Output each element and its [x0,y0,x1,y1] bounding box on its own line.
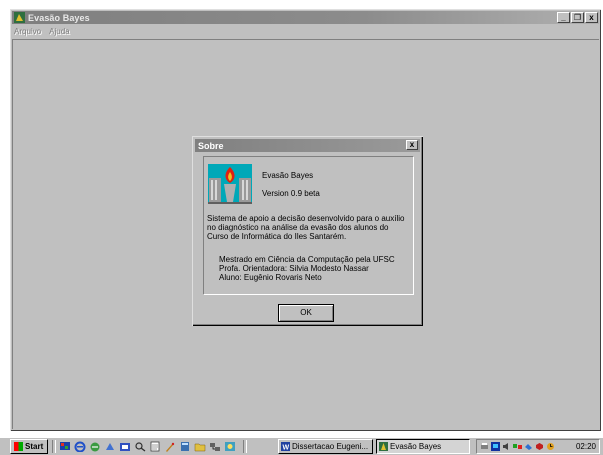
credit-line: Mestrado em Ciência da Computação pela U… [219,255,395,264]
shortcut-icon[interactable] [524,442,533,451]
product-version: Version 0.9 beta [262,189,320,198]
menu-bar: Arquivo Ajuda [12,25,599,37]
paint-icon[interactable] [164,441,176,452]
ok-button[interactable]: OK [278,304,334,322]
window-title: Evasão Bayes [28,12,90,23]
windows-logo-icon [14,442,23,451]
product-name: Evasão Bayes [262,171,314,180]
notepad-icon[interactable] [149,441,161,452]
printer-icon[interactable] [480,442,489,451]
system-icon[interactable] [224,441,236,452]
task-label: Dissertacao Eugeni... [292,442,369,451]
explorer-icon[interactable] [119,441,131,452]
calculator-icon[interactable] [179,441,191,452]
scheduler-icon[interactable] [546,442,555,451]
about-panel: Evasão Bayes Version 0.9 beta Sistema de… [203,156,414,295]
start-label: Start [25,442,44,451]
taskbar-separator [243,440,247,453]
maximize-button[interactable]: ❐ [571,12,584,23]
app-icon [14,12,25,23]
credits: Mestrado em Ciência da Computação pela U… [219,255,395,282]
menu-arquivo[interactable]: Arquivo [14,27,41,36]
outlook-icon[interactable] [89,441,101,452]
dialog-title-bar[interactable]: Sobre x [195,139,420,152]
about-dialog: Sobre x Evasão Bayes Version 0.9 beta Si… [192,136,423,326]
clock[interactable]: 02:20 [576,442,596,451]
network-status-icon[interactable] [513,442,522,451]
title-bar[interactable]: Evasão Bayes _ ❐ x [12,11,599,24]
start-button[interactable]: Start [10,439,48,454]
dialog-close-button[interactable]: x [406,140,418,150]
dialog-title: Sobre [198,140,224,151]
internet-explorer-icon[interactable] [74,441,86,452]
minimize-button[interactable]: _ [557,12,570,23]
taskbar-separator [52,440,56,453]
find-icon[interactable] [134,441,146,452]
torch-logo-icon [208,164,252,204]
network-icon[interactable] [209,441,221,452]
system-tray: 02:20 [476,439,600,454]
credit-line: Profa. Orientadora: Silvia Modesto Nassa… [219,264,369,273]
menu-ajuda[interactable]: Ajuda [49,27,69,36]
task-button-evasao-bayes[interactable]: Evasão Bayes [376,439,470,454]
desktop-icon[interactable] [59,441,71,452]
close-button[interactable]: x [585,12,598,23]
folder-icon[interactable] [194,441,206,452]
app-icon [379,442,388,451]
task-label: Evasão Bayes [390,442,442,451]
taskbar: Start W Dissertacao Eugeni... Evasão Bay… [0,437,603,455]
channels-icon[interactable] [104,441,116,452]
task-button-dissertacao[interactable]: W Dissertacao Eugeni... [278,439,373,454]
description-text: Sistema de apoio a decisão desenvolvido … [207,214,405,241]
credit-line: Aluno: Eugênio Rovaris Neto [219,273,322,282]
monitor-icon[interactable] [491,442,500,451]
volume-icon[interactable] [502,442,511,451]
svg-text:W: W [283,445,290,452]
antivirus-icon[interactable] [535,442,544,451]
word-icon: W [281,442,290,451]
